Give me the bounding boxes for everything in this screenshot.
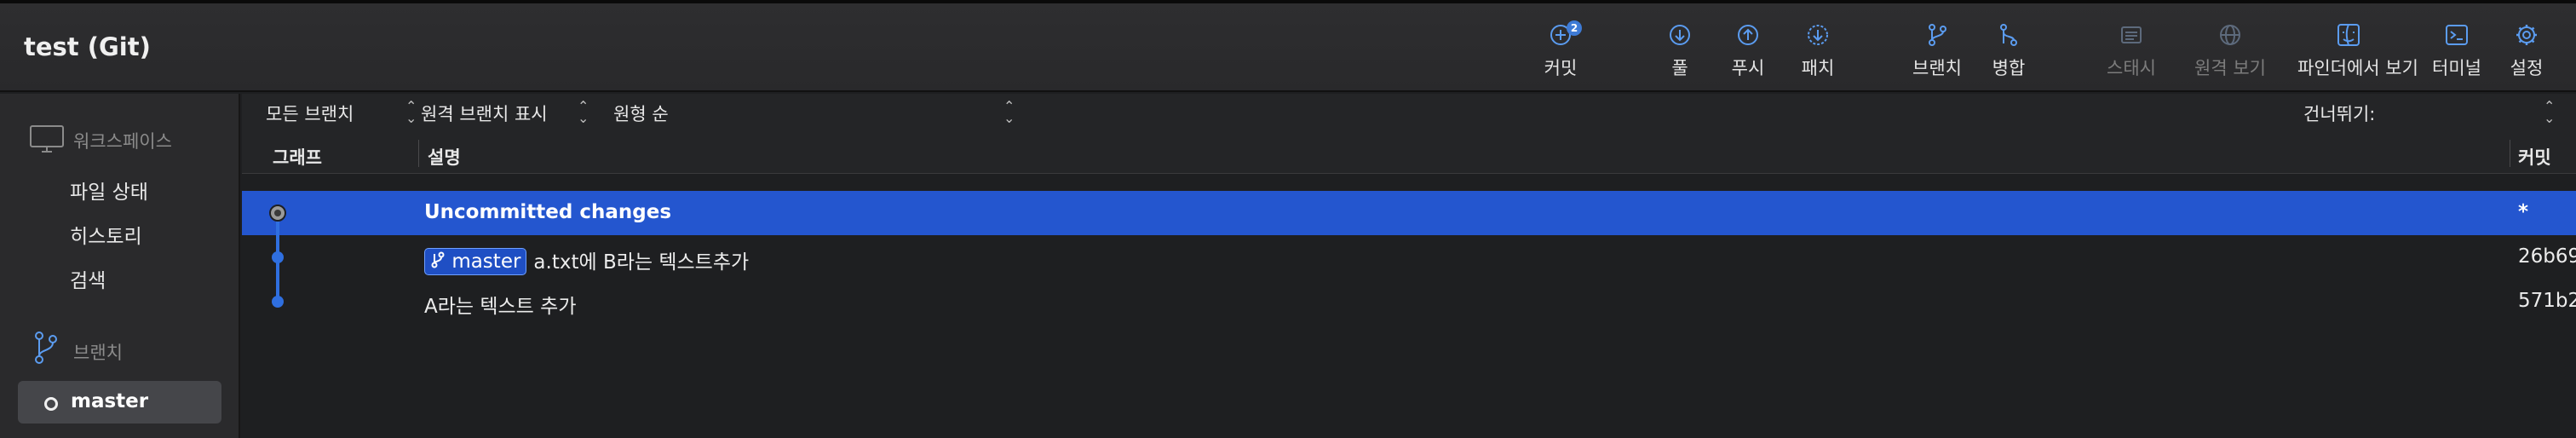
commit-description: A라는 텍스트 추가 [424,296,577,318]
commit-description-cell: master a.txt에 B라는 텍스트추가 [424,245,749,277]
commit-label: 커밋 [1544,58,1578,78]
settings-button[interactable]: 설정 [2477,22,2576,87]
branch-icon [35,331,57,364]
sidebar-item-search[interactable]: 검색 [70,264,106,293]
chevron-updown-icon: ⌃ ⌄ [405,98,417,126]
commit-count-badge: 2 [1567,20,1582,36]
globe-icon [2220,25,2240,45]
show-in-finder-label: 파인더에서 보기 [2297,58,2418,78]
commit-button[interactable]: 2 커밋 [1509,20,1612,87]
commit-row-uncommitted[interactable]: Uncommitted changes * [242,191,2576,235]
stash-icon [2121,26,2142,43]
jump-to-label: 건너뛰기: [2303,104,2376,124]
finder-icon [2337,24,2360,46]
commit-description: a.txt에 B라는 텍스트추가 [533,251,750,274]
merge-button[interactable]: 병합 [1958,22,2060,87]
push-arrow-up-icon [1738,25,1758,45]
column-header-description[interactable]: 설명 [428,144,461,170]
branch-icon [431,251,445,268]
pull-arrow-down-icon [1670,25,1690,45]
filter-bar: 모든 브랜치 ⌃ ⌄ 원격 브랜치 표시 ⌃ ⌄ 원형 순 ⌃ ⌄ 건너뛰기: ⌃ ⌄ [242,94,2576,133]
sidebar-group-workspace-label: 워크스페이스 [73,131,172,152]
commit-hash: 26b69 [2518,245,2576,268]
chevron-updown-icon: ⌃ ⌄ [1003,98,1015,126]
sidebar-item-file-status[interactable]: 파일 상태 [70,176,148,205]
history-view: 모든 브랜치 ⌃ ⌄ 원격 브랜치 표시 ⌃ ⌄ 원형 순 ⌃ ⌄ 건너뛰기: ⌃ ⌄ … [242,94,2576,438]
order-select[interactable]: 원형 순 ⌃ ⌄ [613,100,1015,126]
remote-view-button[interactable]: 원격 보기 [2179,22,2281,87]
commit-row[interactable]: master a.txt에 B라는 텍스트추가 26b69 [242,235,2576,280]
branch-tag[interactable]: master [424,247,527,275]
branch-tag-label: master [451,250,521,273]
chevron-updown-icon: ⌃ ⌄ [2544,98,2556,126]
commit-row[interactable]: A라는 텍스트 추가 571b2 [242,280,2576,324]
column-header-graph[interactable]: 그래프 [273,144,322,170]
merge-icon [2000,24,2017,46]
column-header: 그래프 설명 커밋 [242,133,2576,174]
sidebar-branch-master[interactable]: master [18,381,221,424]
sidebar-group-branches-label: 브랜치 [73,343,123,363]
remote-branch-value: 원격 브랜치 표시 [421,104,548,124]
current-branch-indicator-icon [44,397,58,411]
remote-view-label: 원격 보기 [2194,58,2266,78]
monitor-icon [30,125,64,153]
sidebar-branch-label: master [71,390,149,412]
stash-button[interactable]: 스태시 [2080,22,2182,87]
fetch-button[interactable]: 패치 [1767,22,1869,87]
stash-label: 스태시 [2107,58,2156,78]
column-header-commit[interactable]: 커밋 [2518,144,2551,170]
terminal-icon [2446,25,2468,45]
commit-list: Uncommitted changes * master a.txt에 B라는 텍… [242,191,2576,324]
sidebar-item-history[interactable]: 히스토리 [70,220,142,249]
commit-description: Uncommitted changes [424,201,672,223]
window-edge [0,0,2576,3]
toolbar: test (Git) 2 커밋 풀 푸시 패치 브랜치 병합 스태시 원격 보기… [0,0,2576,92]
sidebar: 워크스페이스 파일 상태 히스토리 검색 브랜치 master [0,94,240,438]
remote-branch-select[interactable]: 원격 브랜치 표시 ⌃ ⌄ [421,100,589,126]
branch-filter-select[interactable]: 모든 브랜치 ⌃ ⌄ [266,100,417,126]
branch-icon [1929,24,1946,46]
jump-to-select[interactable]: 건너뛰기: ⌃ ⌄ [2303,98,2559,126]
commit-hash: * [2518,201,2529,223]
window-title: test (Git) [24,32,151,61]
commit-hash: 571b2 [2518,290,2576,312]
order-value: 원형 순 [613,104,669,124]
gear-icon [2516,25,2537,45]
branch-filter-value: 모든 브랜치 [266,104,354,124]
settings-label: 설정 [2510,58,2544,78]
merge-label: 병합 [1992,58,2026,78]
fetch-label: 패치 [1801,58,1835,78]
fetch-icon [1808,25,1828,45]
chevron-updown-icon: ⌃ ⌄ [578,98,589,126]
show-in-finder-button[interactable]: 파인더에서 보기 [2297,22,2418,87]
column-divider[interactable] [418,140,419,167]
